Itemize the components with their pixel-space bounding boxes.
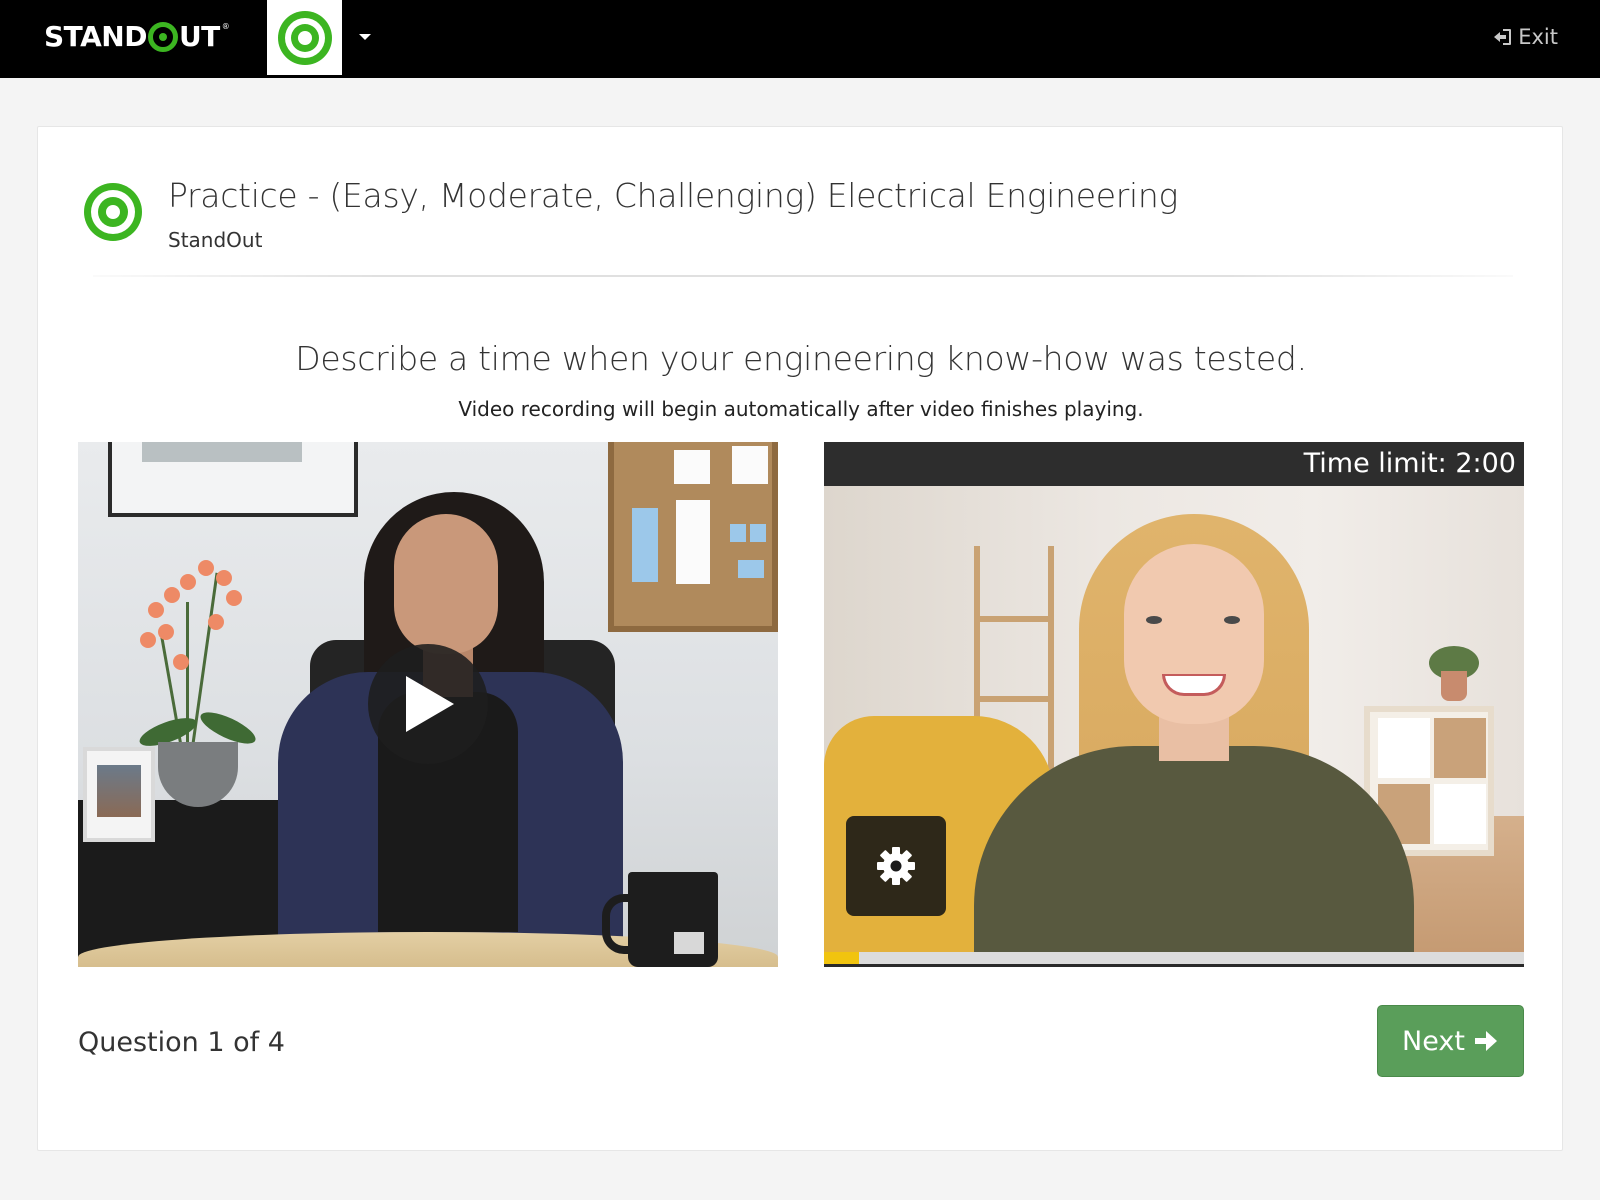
recording-progress-bar [824, 952, 1524, 964]
arrow-right-icon [1474, 1031, 1497, 1051]
plant-pot [1441, 671, 1467, 701]
wall-art [108, 442, 358, 517]
time-limit-bar: Time limit: 2:00 [824, 442, 1524, 486]
brand-text-prefix: STAND [44, 19, 147, 53]
prompt-video-player[interactable] [78, 442, 778, 967]
play-icon [406, 676, 454, 732]
time-limit-label: Time limit: 2:00 [1303, 448, 1516, 479]
sign-out-icon [1494, 29, 1512, 45]
next-button[interactable]: Next [1377, 1005, 1524, 1077]
exit-button[interactable]: Exit [1492, 22, 1558, 52]
flower-pot [158, 742, 238, 807]
recorder-video-player[interactable]: Time limit: 2:00 [824, 442, 1524, 967]
question-text: Describe a time when your engineering kn… [295, 339, 1307, 378]
corkboard [608, 442, 778, 632]
recording-instruction: Video recording will begin automatically… [458, 397, 1144, 421]
brand-o-target-icon [147, 22, 178, 52]
standout-brand-logo[interactable]: STAND UT ® [44, 18, 230, 54]
brand-text-suffix: UT [178, 19, 220, 53]
exit-label: Exit [1518, 25, 1558, 49]
gear-icon [877, 847, 915, 885]
question-counter: Question 1 of 4 [78, 1027, 285, 1058]
assessment-title: Practice - (Easy, Moderate, Challenging)… [168, 176, 1179, 215]
candidate-face [1124, 544, 1264, 724]
desk-photo [83, 747, 155, 842]
registered-mark: ® [221, 21, 230, 31]
coffee-mug [602, 872, 718, 967]
organization-target-icon [84, 183, 142, 241]
next-label: Next [1402, 1025, 1465, 1057]
org-dropdown-caret-icon[interactable] [359, 34, 371, 40]
org-switcher[interactable] [267, 0, 342, 75]
target-logo-icon [277, 10, 332, 65]
interviewer-face [394, 514, 498, 654]
camera-settings-button[interactable] [846, 816, 946, 916]
recording-progress-fill [824, 952, 859, 964]
candidate-shirt [974, 746, 1414, 952]
interview-card: Practice - (Easy, Moderate, Challenging)… [37, 126, 1563, 1151]
top-nav-bar: STAND UT ® Exit [0, 0, 1600, 78]
play-button[interactable] [368, 644, 488, 764]
organization-name: StandOut [168, 228, 263, 252]
header-divider [93, 275, 1513, 277]
assessment-header: Practice - (Easy, Moderate, Challenging)… [83, 172, 1513, 267]
